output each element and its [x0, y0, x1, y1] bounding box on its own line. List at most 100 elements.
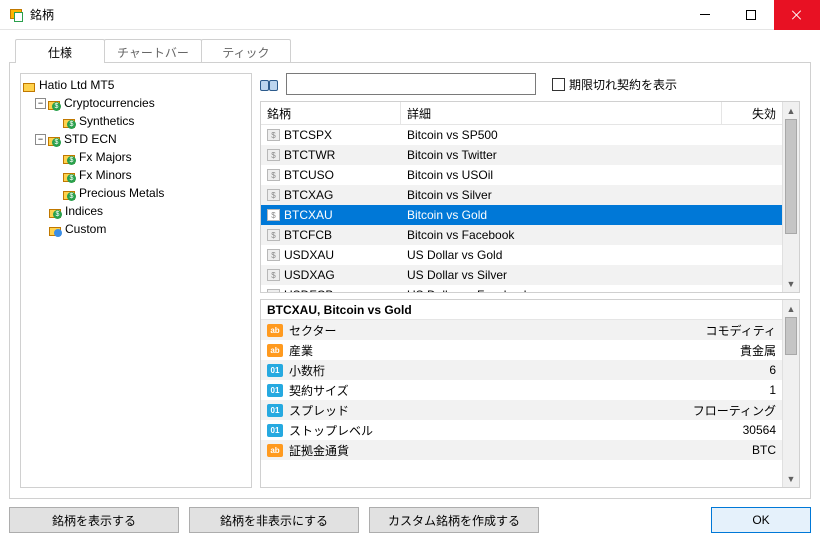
collapse-icon[interactable]: − [35, 134, 46, 145]
toolbar: 期限切れ契約を表示 [260, 73, 800, 95]
tree-node-fxminors[interactable]: Fx Minors [23, 166, 249, 184]
checkbox-label: 期限切れ契約を表示 [569, 76, 677, 93]
scroll-down-icon[interactable]: ▼ [783, 470, 799, 487]
table-row[interactable]: $USDXAUUS Dollar vs Gold [261, 245, 782, 265]
button-row: 銘柄を表示する 銘柄を非表示にする カスタム銘柄を作成する OK [9, 507, 811, 533]
detail-row[interactable]: ab 証拠金通貨 BTC [261, 440, 782, 460]
symbol-desc: US Dollar vs Facebook [401, 288, 722, 292]
tree-node-precious[interactable]: Precious Metals [23, 184, 249, 202]
hide-symbol-button[interactable]: 銘柄を非表示にする [189, 507, 359, 533]
symbol-name: BTCUSO [284, 168, 334, 182]
detail-value: BTC [662, 443, 782, 457]
tree-label: Indices [65, 204, 103, 218]
window-title: 銘柄 [30, 6, 54, 23]
symbol-name: USDXAU [284, 248, 334, 262]
symbol-icon: $ [267, 189, 280, 201]
field-type-icon: 01 [267, 364, 283, 377]
table-row[interactable]: $BTCSPXBitcoin vs SP500 [261, 125, 782, 145]
detail-value: フローティング [662, 402, 782, 419]
table-row[interactable]: $BTCTWRBitcoin vs Twitter [261, 145, 782, 165]
symbol-grid[interactable]: 銘柄 詳細 失効 $ BTCSPX Bitcoin vs SP500 $BTCTWRB… [260, 101, 800, 293]
symbol-name: BTCSPX [284, 128, 332, 142]
detail-value: 1 [662, 383, 782, 397]
tree-node-stdecn[interactable]: −STD ECN [23, 130, 249, 148]
tree-label: Hatio Ltd MT5 [39, 78, 114, 92]
col-expired[interactable]: 失効 [722, 102, 782, 124]
detail-row[interactable]: abセクターコモディティ [261, 320, 782, 340]
detail-key: ストップレベル [289, 422, 373, 439]
symbol-name: BTCFCB [284, 228, 332, 242]
detail-key: 小数桁 [289, 362, 325, 379]
table-row[interactable]: $BTCXAUBitcoin vs Gold [261, 205, 782, 225]
table-row[interactable]: $USDFCBUS Dollar vs Facebook [261, 285, 782, 292]
symbol-icon: $ [267, 169, 280, 181]
scroll-up-icon[interactable]: ▲ [783, 102, 799, 119]
create-custom-button[interactable]: カスタム銘柄を作成する [369, 507, 539, 533]
symbol-icon: $ [267, 269, 280, 281]
detail-row[interactable]: 01 スプレッド フローティング [261, 400, 782, 420]
symbol-desc: Bitcoin vs Facebook [401, 228, 722, 242]
tree-node-crypto[interactable]: − Cryptocurrencies [23, 94, 249, 112]
symbol-icon: $ [267, 209, 280, 221]
detail-row[interactable]: ab産業貴金属 [261, 340, 782, 360]
tab-chartbar[interactable]: チャートバー [104, 39, 202, 63]
tree-root[interactable]: Hatio Ltd MT5 [23, 76, 249, 94]
symbol-icon: $ [267, 229, 280, 241]
table-row[interactable]: $BTCXAGBitcoin vs Silver [261, 185, 782, 205]
detail-grid[interactable]: BTCXAU, Bitcoin vs Gold abセクターコモディティab産業… [260, 299, 800, 488]
tab-spec[interactable]: 仕様 [15, 39, 105, 63]
symbol-desc: Bitcoin vs USOil [401, 168, 722, 182]
scroll-up-icon[interactable]: ▲ [783, 300, 799, 317]
collapse-icon[interactable]: − [35, 98, 46, 109]
symbol-desc: Bitcoin vs Silver [401, 188, 722, 202]
grid-scrollbar[interactable]: ▲ ▼ [782, 102, 799, 292]
minimize-button[interactable] [682, 0, 728, 30]
symbol-desc: US Dollar vs Silver [401, 268, 722, 282]
detail-value: 貴金属 [662, 342, 782, 359]
table-row[interactable]: $ USDXAG US Dollar vs Silver [261, 265, 782, 285]
detail-key: 証拠金通貨 [289, 442, 349, 459]
table-row[interactable]: $ BTCFCB Bitcoin vs Facebook [261, 225, 782, 245]
show-symbol-button[interactable]: 銘柄を表示する [9, 507, 179, 533]
tree-node-custom[interactable]: Custom [23, 220, 249, 238]
symbol-name: BTCXAU [284, 208, 333, 222]
symbol-tree[interactable]: Hatio Ltd MT5 − Cryptocurrencies Syntheti… [20, 73, 252, 488]
grid-header: 銘柄 詳細 失効 [261, 102, 782, 125]
tab-tick[interactable]: ティック [201, 39, 291, 63]
field-type-icon: 01 [267, 404, 283, 417]
field-type-icon: 01 [267, 384, 283, 397]
right-pane: 期限切れ契約を表示 銘柄 詳細 失効 $ BTCSPX Bitcoin vs SP5… [260, 73, 800, 488]
tree-label: Fx Majors [79, 150, 132, 164]
tab-panel: Hatio Ltd MT5 − Cryptocurrencies Syntheti… [9, 62, 811, 499]
symbol-icon: $ [267, 149, 280, 161]
detail-row[interactable]: 01小数桁6 [261, 360, 782, 380]
field-type-icon: 01 [267, 424, 283, 437]
col-detail[interactable]: 詳細 [401, 102, 722, 124]
tree-node-synthetics[interactable]: Synthetics [23, 112, 249, 130]
scroll-down-icon[interactable]: ▼ [783, 275, 799, 292]
symbol-desc: Bitcoin vs SP500 [401, 128, 722, 142]
close-button[interactable] [774, 0, 820, 30]
detail-scrollbar[interactable]: ▲ ▼ [782, 300, 799, 487]
detail-row[interactable]: 01ストップレベル30564 [261, 420, 782, 440]
tree-label: Cryptocurrencies [64, 96, 155, 110]
col-symbol[interactable]: 銘柄 [261, 102, 401, 124]
detail-title: BTCXAU, Bitcoin vs Gold [261, 300, 782, 320]
app-icon [8, 7, 24, 23]
tree-node-fxmajors[interactable]: Fx Majors [23, 148, 249, 166]
detail-key: 産業 [289, 342, 313, 359]
table-row[interactable]: $ BTCUSO Bitcoin vs USOil [261, 165, 782, 185]
field-type-icon: ab [267, 324, 283, 337]
ok-button[interactable]: OK [711, 507, 811, 533]
detail-row[interactable]: 01 契約サイズ 1 [261, 380, 782, 400]
tree-node-indices[interactable]: Indices [23, 202, 249, 220]
field-type-icon: ab [267, 444, 283, 457]
detail-key: スプレッド [289, 402, 349, 419]
symbol-name: USDXAG [284, 268, 335, 282]
maximize-button[interactable] [728, 0, 774, 30]
show-expired-checkbox[interactable]: 期限切れ契約を表示 [552, 76, 677, 93]
symbol-icon: $ [267, 249, 280, 261]
tree-label: Synthetics [79, 114, 134, 128]
search-input[interactable] [286, 73, 536, 95]
detail-key: 契約サイズ [289, 382, 349, 399]
